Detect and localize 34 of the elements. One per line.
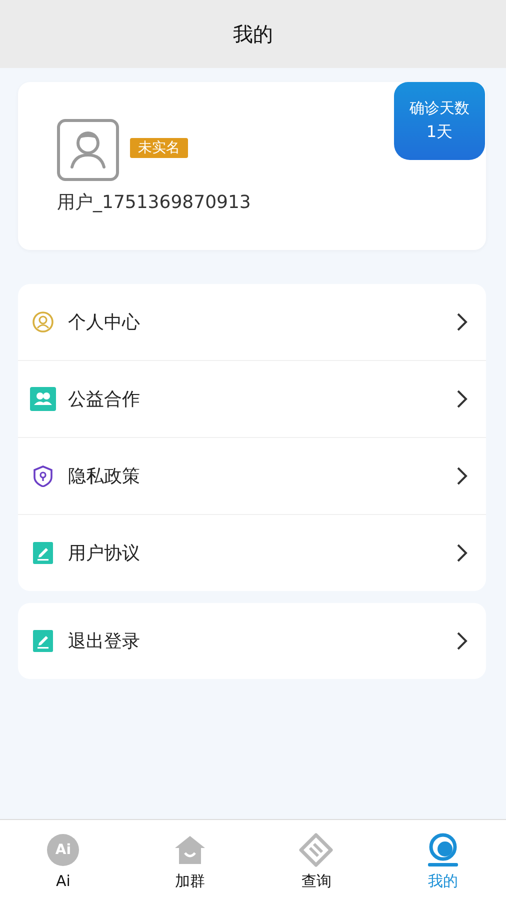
chevron-right-icon <box>456 312 468 332</box>
menu-item[interactable]: 隐私政策 <box>18 438 486 515</box>
page-title: 我的 <box>233 20 273 48</box>
days-label: 确诊天数 <box>410 99 470 118</box>
person-icon <box>32 311 54 333</box>
shield-icon <box>32 465 54 487</box>
menu-item[interactable]: 退出登录 <box>18 603 486 679</box>
menu-item[interactable]: 个人中心 <box>18 284 486 361</box>
document-edit-icon <box>33 542 53 564</box>
chevron-right-icon <box>456 389 468 409</box>
menu-label: 隐私政策 <box>68 465 141 488</box>
tab[interactable]: 加群 <box>126 820 253 900</box>
tab[interactable]: 查询 <box>253 820 380 900</box>
days-value: 1天 <box>426 122 453 143</box>
people-icon <box>30 387 56 411</box>
menu-label: 公益合作 <box>68 388 141 411</box>
chevron-right-icon <box>456 543 468 563</box>
chevron-right-icon <box>456 631 468 651</box>
diamond-icon <box>299 833 334 867</box>
tab[interactable]: Ai Ai <box>0 820 126 900</box>
status-badge: 未实名 <box>130 138 188 158</box>
menu-item[interactable]: 公益合作 <box>18 361 486 438</box>
chevron-right-icon <box>456 466 468 486</box>
username: 用户_1751369870913 <box>57 191 252 214</box>
menu-label: 个人中心 <box>68 311 141 334</box>
tab[interactable]: 我的 <box>380 820 506 900</box>
profile-tab-icon <box>426 833 460 867</box>
avatar-icon <box>57 119 119 181</box>
ai-icon: Ai <box>47 834 80 866</box>
menu-label: 退出登录 <box>68 630 141 653</box>
menu-label: 用户协议 <box>68 542 141 565</box>
house-icon <box>174 835 206 865</box>
document-edit-icon <box>33 630 53 652</box>
menu-item[interactable]: 用户协议 <box>18 515 486 591</box>
